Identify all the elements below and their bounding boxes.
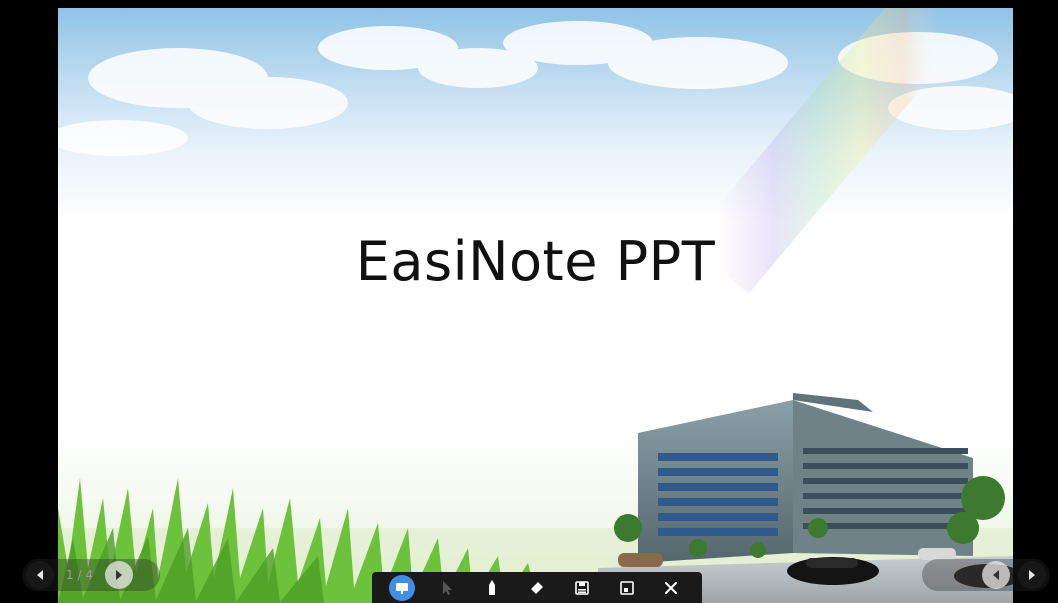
page-navigation-left: 1 / 4 [22, 559, 160, 591]
slide-title: EasiNote PPT [355, 230, 716, 293]
close-icon [665, 581, 678, 594]
slide-background-art [58, 8, 1013, 603]
pointer-icon [443, 580, 453, 595]
pen-tool-button[interactable] [479, 575, 505, 601]
triangle-right-icon [1029, 570, 1035, 580]
previous-slide-button-right[interactable] [982, 561, 1010, 589]
pointer-tool-button[interactable] [434, 575, 460, 601]
page-indicator: 1 / 4 [66, 568, 93, 582]
minimize-button[interactable] [614, 575, 640, 601]
presentation-icon [396, 582, 409, 594]
next-slide-button-right[interactable] [1018, 561, 1046, 589]
page-navigation-right [922, 559, 1050, 591]
eraser-tool-button[interactable] [524, 575, 550, 601]
presentation-mode-button[interactable] [389, 574, 416, 601]
save-icon [574, 580, 589, 595]
close-slideshow-button[interactable] [658, 575, 684, 601]
page-total: 4 [85, 568, 93, 582]
triangle-left-icon [37, 570, 43, 580]
eraser-icon [530, 581, 543, 594]
presentation-slide: EasiNote PPT [58, 8, 1013, 603]
slideshow-toolbar [372, 572, 702, 603]
save-button[interactable] [569, 575, 595, 601]
minimize-icon [619, 580, 634, 595]
page-separator: / [77, 568, 82, 582]
pen-icon [489, 579, 496, 595]
next-slide-button[interactable] [104, 561, 133, 589]
page-current: 1 [66, 568, 74, 582]
previous-slide-button[interactable] [26, 561, 54, 589]
triangle-left-icon [993, 570, 999, 580]
triangle-right-icon [115, 570, 122, 580]
